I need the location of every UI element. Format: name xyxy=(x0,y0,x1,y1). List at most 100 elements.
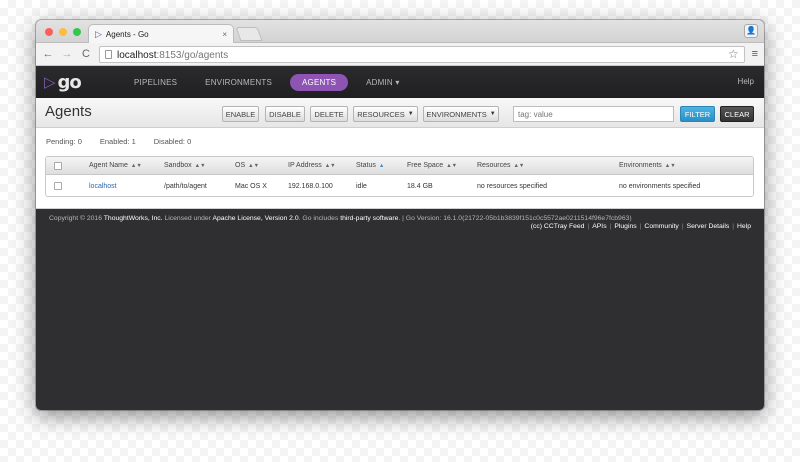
page-title: Agents xyxy=(45,103,92,120)
nav-agents[interactable]: AGENTS xyxy=(290,73,349,91)
agents-content: Pending: 0 Enabled: 1 Disabled: 0 Agent … xyxy=(36,128,764,209)
col-label: Free Space xyxy=(407,162,444,169)
license-text: Licensed under xyxy=(162,215,213,222)
forward-icon[interactable]: → xyxy=(61,48,73,60)
col-label: Sandbox xyxy=(164,162,192,169)
zoom-window-button[interactable] xyxy=(73,28,81,36)
agent-os: Mac OS X xyxy=(235,182,267,190)
tab-close-icon[interactable]: × xyxy=(222,30,227,39)
select-all-cell xyxy=(54,157,62,174)
disable-button[interactable]: DISABLE xyxy=(265,106,305,122)
col-environments[interactable]: Environments ▲▼ xyxy=(619,157,676,174)
address-bar[interactable]: localhost:8153/go/agents ☆ xyxy=(99,45,745,63)
clear-button[interactable]: CLEAR xyxy=(720,106,754,122)
sort-icon: ▲▼ xyxy=(446,162,458,169)
col-free-space[interactable]: Free Space ▲▼ xyxy=(407,157,457,174)
close-window-button[interactable] xyxy=(45,28,53,36)
col-resources[interactable]: Resources ▲▼ xyxy=(477,157,524,174)
select-all-checkbox[interactable] xyxy=(54,161,62,170)
enabled-count: Enabled: 1 xyxy=(99,137,136,146)
sort-icon: ▲▼ xyxy=(513,162,525,169)
col-os[interactable]: OS ▲▼ xyxy=(235,157,259,174)
agent-sandbox: /path/to/agent xyxy=(164,182,207,190)
go-favicon-icon: ▷ xyxy=(95,28,102,39)
cctray-feed-link[interactable]: (cc) CCTray Feed xyxy=(531,223,585,230)
go-logo-icon: ▷ xyxy=(44,74,56,91)
sort-icon: ▲▼ xyxy=(248,162,260,169)
url-host: localhost xyxy=(117,50,157,61)
nav-admin[interactable]: ADMIN ▾ xyxy=(356,74,409,91)
sort-icon: ▲▼ xyxy=(664,162,676,169)
resources-dropdown-button[interactable]: RESOURCES ▼ xyxy=(353,106,418,122)
enable-button[interactable]: ENABLE xyxy=(222,106,259,122)
filter-button[interactable]: FILTER xyxy=(680,106,715,122)
row-checkbox[interactable] xyxy=(54,182,62,190)
delete-button[interactable]: DELETE xyxy=(310,106,348,122)
tab-title: Agents - Go xyxy=(105,29,149,39)
includes-text: . Go includes xyxy=(298,215,341,222)
col-sandbox[interactable]: Sandbox ▲▼ xyxy=(164,157,206,174)
go-logo[interactable]: ▷ go xyxy=(44,72,124,93)
sort-icon: ▲▼ xyxy=(194,162,206,169)
third-party-link[interactable]: third-party software xyxy=(340,215,398,222)
table-header: Agent Name ▲▼ Sandbox ▲▼ OS ▲▼ IP Address ▲▼… xyxy=(46,157,753,175)
environments-dropdown-button[interactable]: ENVIRONMENTS ▼ xyxy=(423,106,499,122)
agent-resources: no resources specified xyxy=(477,182,548,190)
caret-down-icon: ▼ xyxy=(489,111,496,117)
col-label: IP Address xyxy=(288,162,322,169)
row-select-cell xyxy=(54,175,62,196)
server-details-link[interactable]: Server Details xyxy=(687,223,730,230)
col-label: Agent Name xyxy=(89,162,128,169)
window-controls xyxy=(45,28,81,36)
footer-links: (cc) CCTray Feed | APIs | Plugins | Communi… xyxy=(530,223,751,230)
resources-label: RESOURCES xyxy=(357,109,405,119)
caret-down-icon: ▼ xyxy=(407,111,414,117)
agent-status: idle xyxy=(356,182,367,190)
new-tab-button[interactable] xyxy=(235,27,263,41)
col-agent-name[interactable]: Agent Name ▲▼ xyxy=(89,157,142,174)
agent-environments: no environments specified xyxy=(619,182,701,190)
col-status[interactable]: Status ▲ xyxy=(356,157,384,174)
agent-name-link[interactable]: localhost xyxy=(89,175,117,196)
license-link[interactable]: Apache License, Version 2.0 xyxy=(212,215,298,222)
disabled-count: Disabled: 0 xyxy=(153,137,192,146)
page-header: Agents ENABLE DISABLE DELETE RESOURCES ▼… xyxy=(36,98,764,128)
copyright-text: Copyright © 2016 xyxy=(49,215,104,222)
col-ip-address[interactable]: IP Address ▲▼ xyxy=(288,157,336,174)
company-link[interactable]: ThoughtWorks, Inc. xyxy=(104,215,163,222)
browser-tab-agents[interactable]: ▷ Agents - Go × xyxy=(88,24,234,43)
sort-icon: ▲▼ xyxy=(324,162,336,169)
url-path: :8153/go/agents xyxy=(156,50,229,61)
plugins-link[interactable]: Plugins xyxy=(614,223,636,230)
logo-text: go xyxy=(57,71,82,93)
profile-icon[interactable]: 👤 xyxy=(744,24,758,38)
footer-help-link[interactable]: Help xyxy=(737,223,751,230)
back-icon[interactable]: ← xyxy=(42,48,54,60)
browser-window: ▷ Agents - Go × 👤 ← → C localhost:8153/g… xyxy=(36,20,764,410)
col-label: OS xyxy=(235,162,246,169)
page-icon xyxy=(105,49,112,59)
tag-filter-input[interactable] xyxy=(513,106,674,122)
agent-stats: Pending: 0 Enabled: 1 Disabled: 0 xyxy=(46,137,191,146)
go-version: . | Go Version: 16.1.0(21722-05b1b3839f1… xyxy=(398,215,632,222)
nav-pipelines[interactable]: PIPELINES xyxy=(124,74,187,91)
app-header: ▷ go PIPELINES ENVIRONMENTS AGENTS ADMIN… xyxy=(36,66,764,98)
col-label: Environments xyxy=(619,162,662,169)
sort-asc-icon: ▲ xyxy=(378,162,385,169)
help-link[interactable]: Help xyxy=(738,77,754,86)
apis-link[interactable]: APIs xyxy=(592,223,606,230)
community-link[interactable]: Community xyxy=(644,223,678,230)
agent-ip: 192.168.0.100 xyxy=(288,182,333,190)
minimize-window-button[interactable] xyxy=(59,28,67,36)
nav-environments[interactable]: ENVIRONMENTS xyxy=(195,74,282,91)
agent-free-space: 18.4 GB xyxy=(407,182,433,190)
reload-icon[interactable]: C xyxy=(80,48,92,60)
sort-icon: ▲▼ xyxy=(130,162,142,169)
browser-menu-icon[interactable]: ≡ xyxy=(752,48,758,60)
main-nav: PIPELINES ENVIRONMENTS AGENTS ADMIN ▾ xyxy=(124,73,418,91)
tab-strip: ▷ Agents - Go × 👤 xyxy=(36,20,764,43)
browser-toolbar: ← → C localhost:8153/go/agents ☆ ≡ xyxy=(36,43,764,66)
agents-table: Agent Name ▲▼ Sandbox ▲▼ OS ▲▼ IP Address ▲▼… xyxy=(45,156,754,197)
bookmark-star-icon[interactable]: ☆ xyxy=(728,47,739,61)
pending-count: Pending: 0 xyxy=(46,137,82,146)
